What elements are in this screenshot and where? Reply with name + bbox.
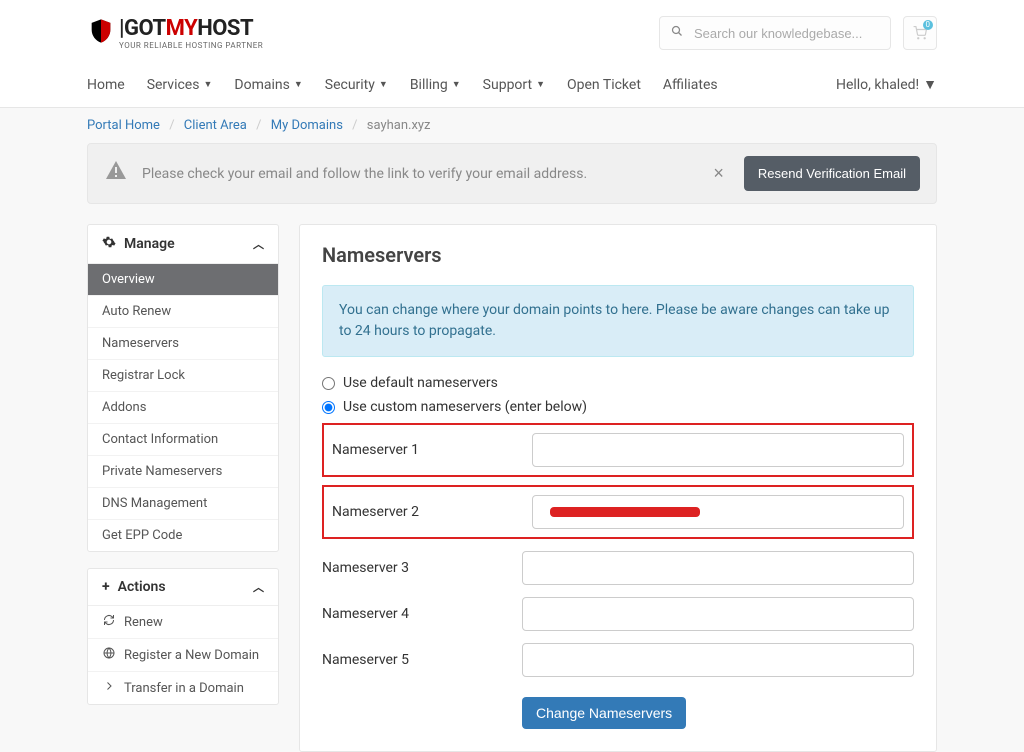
nav-item-billing[interactable]: Billing ▼ bbox=[410, 77, 461, 93]
ns2-label: Nameserver 2 bbox=[332, 504, 532, 520]
sidebar-action-transfer-in-a-domain[interactable]: Transfer in a Domain bbox=[88, 671, 278, 704]
shield-icon bbox=[87, 17, 115, 45]
search-icon bbox=[671, 25, 683, 41]
nav-item-label: Open Ticket bbox=[567, 77, 641, 93]
breadcrumb-link[interactable]: Client Area bbox=[184, 118, 247, 133]
change-nameservers-button[interactable]: Change Nameservers bbox=[522, 697, 686, 729]
globe-icon bbox=[102, 647, 116, 663]
breadcrumb-current: sayhan.xyz bbox=[367, 118, 431, 133]
sidebar-item-addons[interactable]: Addons bbox=[88, 391, 278, 423]
actions-panel-header[interactable]: + Actions ︿ bbox=[88, 569, 278, 606]
sidebar-item-nameservers[interactable]: Nameservers bbox=[88, 327, 278, 359]
nav-item-home[interactable]: Home bbox=[87, 77, 125, 93]
sidebar-action-label: Register a New Domain bbox=[124, 648, 259, 663]
sidebar-item-contact-information[interactable]: Contact Information bbox=[88, 423, 278, 455]
breadcrumb-link[interactable]: My Domains bbox=[271, 118, 343, 133]
nav-item-label: Home bbox=[87, 77, 125, 93]
radio-custom-input[interactable] bbox=[322, 401, 335, 414]
alert-close-button[interactable]: × bbox=[713, 163, 724, 184]
ns1-label: Nameserver 1 bbox=[332, 442, 532, 458]
nav-item-support[interactable]: Support ▼ bbox=[483, 77, 545, 93]
chevron-up-icon: ︿ bbox=[253, 579, 264, 595]
nav-item-label: Affiliates bbox=[663, 77, 718, 93]
cart-badge: 0 bbox=[923, 20, 934, 30]
ns5-label: Nameserver 5 bbox=[322, 652, 522, 668]
ns4-row: Nameserver 4 bbox=[322, 597, 914, 631]
nav-item-label: Billing bbox=[410, 77, 448, 93]
nav-item-label: Services bbox=[147, 77, 200, 93]
sidebar-action-renew[interactable]: Renew bbox=[88, 606, 278, 638]
manage-panel: Manage ︿ OverviewAuto RenewNameserversRe… bbox=[87, 224, 279, 552]
nav-item-affiliates[interactable]: Affiliates bbox=[663, 77, 718, 93]
manage-title: Manage bbox=[124, 236, 175, 252]
sidebar-item-auto-renew[interactable]: Auto Renew bbox=[88, 295, 278, 327]
radio-default-input[interactable] bbox=[322, 377, 335, 390]
caret-down-icon: ▼ bbox=[452, 79, 461, 90]
caret-down-icon: ▼ bbox=[203, 79, 212, 90]
caret-down-icon: ▼ bbox=[294, 79, 303, 90]
nav-item-security[interactable]: Security ▼ bbox=[325, 77, 388, 93]
refresh-icon bbox=[102, 614, 116, 630]
gear-icon bbox=[102, 235, 116, 253]
info-box: You can change where your domain points … bbox=[322, 285, 914, 357]
share-icon bbox=[102, 680, 116, 696]
warning-icon bbox=[104, 159, 128, 189]
sidebar-action-label: Transfer in a Domain bbox=[124, 681, 244, 696]
sidebar-item-get-epp-code[interactable]: Get EPP Code bbox=[88, 519, 278, 551]
logo[interactable]: |GOTMYHOST YOUR RELIABLE HOSTING PARTNER bbox=[87, 16, 263, 50]
ns3-row: Nameserver 3 bbox=[322, 551, 914, 585]
caret-down-icon: ▼ bbox=[536, 79, 545, 90]
sidebar-action-register-a-new-domain[interactable]: Register a New Domain bbox=[88, 638, 278, 671]
sidebar-item-overview[interactable]: Overview bbox=[88, 264, 278, 295]
sidebar-item-registrar-lock[interactable]: Registrar Lock bbox=[88, 359, 278, 391]
page-title: Nameservers bbox=[322, 243, 914, 267]
nav-item-label: Domains bbox=[234, 77, 289, 93]
nav-item-open-ticket[interactable]: Open Ticket bbox=[567, 77, 641, 93]
sidebar-action-label: Renew bbox=[124, 615, 163, 630]
ns4-input[interactable] bbox=[522, 597, 914, 631]
ns1-row: Nameserver 1 bbox=[322, 423, 914, 477]
radio-custom-nameservers[interactable]: Use custom nameservers (enter below) bbox=[322, 399, 914, 415]
caret-down-icon: ▼ bbox=[379, 79, 388, 90]
nav-item-services[interactable]: Services▼ bbox=[147, 77, 213, 93]
manage-panel-header[interactable]: Manage ︿ bbox=[88, 225, 278, 264]
breadcrumb: Portal Home / Client Area / My Domains /… bbox=[87, 108, 937, 143]
alert-text: Please check your email and follow the l… bbox=[142, 166, 587, 182]
nav-item-domains[interactable]: Domains ▼ bbox=[234, 77, 302, 93]
radio-custom-label: Use custom nameservers (enter below) bbox=[343, 399, 587, 415]
ns1-input[interactable] bbox=[532, 433, 904, 467]
search-input[interactable] bbox=[659, 16, 891, 50]
ns2-row: Nameserver 2 bbox=[322, 485, 914, 539]
breadcrumb-link[interactable]: Portal Home bbox=[87, 118, 160, 133]
chevron-up-icon: ︿ bbox=[253, 236, 264, 252]
radio-default-label: Use default nameservers bbox=[343, 375, 498, 391]
content-panel: Nameservers You can change where your do… bbox=[299, 224, 937, 752]
sidebar-item-private-nameservers[interactable]: Private Nameservers bbox=[88, 455, 278, 487]
nav-item-label: Security bbox=[325, 77, 375, 93]
actions-title: Actions bbox=[118, 579, 166, 595]
nav-user-menu[interactable]: Hello, khaled! ▼ bbox=[836, 76, 937, 93]
logo-subtitle: YOUR RELIABLE HOSTING PARTNER bbox=[119, 41, 263, 50]
ns3-label: Nameserver 3 bbox=[322, 560, 522, 576]
actions-panel: + Actions ︿ Renew Register a New Domain Tr… bbox=[87, 568, 279, 705]
ns3-input[interactable] bbox=[522, 551, 914, 585]
sidebar-item-dns-management[interactable]: DNS Management bbox=[88, 487, 278, 519]
cart-button[interactable]: 0 bbox=[903, 16, 937, 50]
nav-user-label: Hello, khaled! bbox=[836, 77, 919, 93]
caret-down-icon: ▼ bbox=[923, 76, 937, 93]
ns4-label: Nameserver 4 bbox=[322, 606, 522, 622]
ns5-input[interactable] bbox=[522, 643, 914, 677]
ns2-redacted bbox=[550, 507, 700, 517]
verify-email-alert: Please check your email and follow the l… bbox=[87, 143, 937, 204]
ns5-row: Nameserver 5 bbox=[322, 643, 914, 677]
search-box bbox=[659, 16, 891, 50]
radio-default-nameservers[interactable]: Use default nameservers bbox=[322, 375, 914, 391]
resend-verification-button[interactable]: Resend Verification Email bbox=[744, 156, 920, 191]
nav-item-label: Support bbox=[483, 77, 532, 93]
plus-icon: + bbox=[102, 579, 110, 595]
